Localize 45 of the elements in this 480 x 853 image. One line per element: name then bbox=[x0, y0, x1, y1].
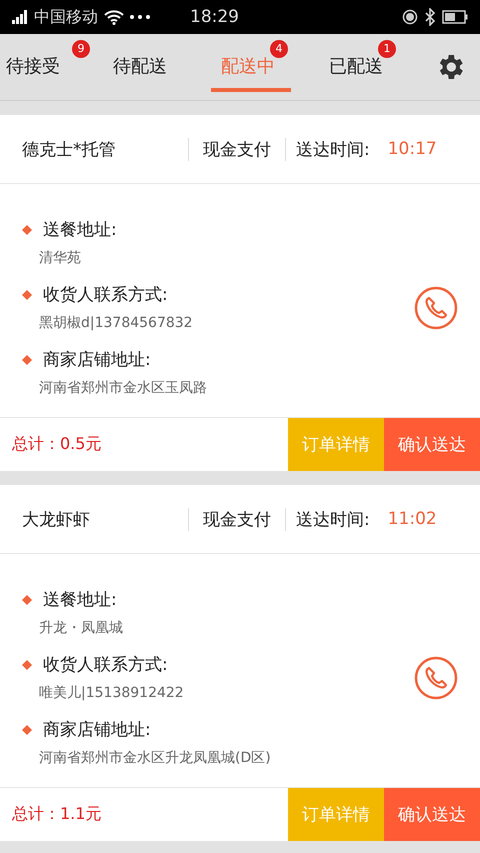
battery-icon bbox=[442, 10, 468, 24]
field-label: 送餐地址: bbox=[43, 589, 117, 611]
order-total: 总计：1.1元 bbox=[11, 803, 102, 825]
field-label: 商家店铺地址: bbox=[43, 719, 151, 741]
count-badge: 9 bbox=[72, 40, 90, 58]
delivery-time-label: 送达时间: bbox=[285, 138, 370, 160]
order-total: 总计：0.5元 bbox=[11, 433, 102, 455]
field-label: 送餐地址: bbox=[43, 219, 117, 241]
diamond-icon bbox=[22, 224, 32, 234]
payment-method: 现金支付 bbox=[188, 138, 285, 160]
diamond-icon bbox=[22, 594, 32, 604]
diamond-icon bbox=[22, 660, 32, 670]
wifi-icon bbox=[104, 9, 124, 25]
clock-time: 18:29 bbox=[190, 7, 240, 27]
shop-name: 大龙虾虾 bbox=[21, 508, 91, 530]
confirm-delivery-button[interactable]: 确认送达 bbox=[384, 418, 480, 471]
count-badge: 4 bbox=[270, 40, 288, 58]
field-value: 升龙・凤凰城 bbox=[38, 619, 124, 637]
delivery-time: 11:02 bbox=[388, 509, 437, 529]
phone-icon[interactable] bbox=[414, 286, 458, 330]
diamond-icon bbox=[22, 724, 32, 734]
bluetooth-icon bbox=[424, 8, 436, 26]
field-value: 河南省郑州市金水区升龙凤凰城(D区) bbox=[38, 749, 272, 767]
diamond-icon bbox=[22, 354, 32, 364]
location-icon bbox=[402, 9, 418, 25]
payment-method: 现金支付 bbox=[188, 508, 285, 530]
signal-icon bbox=[12, 10, 28, 24]
field-label: 收货人联系方式: bbox=[43, 654, 168, 676]
field-label: 收货人联系方式: bbox=[43, 284, 168, 306]
field-value: 河南省郑州市金水区玉凤路 bbox=[38, 379, 208, 397]
tab[interactable]: 已配送 1 bbox=[302, 34, 410, 100]
delivery-time-label: 送达时间: bbox=[285, 508, 370, 530]
field-value: 唯美儿|15138912422 bbox=[38, 684, 185, 702]
more-icon bbox=[130, 15, 150, 19]
carrier-name: 中国移动 bbox=[34, 6, 98, 28]
tab[interactable]: 配送中 4 bbox=[194, 34, 302, 100]
field-label: 商家店铺地址: bbox=[43, 349, 151, 371]
field-value: 清华苑 bbox=[38, 249, 82, 267]
confirm-delivery-button[interactable]: 确认送达 bbox=[384, 788, 480, 841]
phone-icon[interactable] bbox=[414, 656, 458, 700]
field-value: 黑胡椒d|13784567832 bbox=[38, 314, 194, 332]
diamond-icon bbox=[22, 290, 32, 300]
delivery-time: 10:17 bbox=[388, 139, 437, 159]
count-badge: 1 bbox=[378, 40, 396, 58]
shop-name: 德克士*托管 bbox=[21, 138, 116, 160]
